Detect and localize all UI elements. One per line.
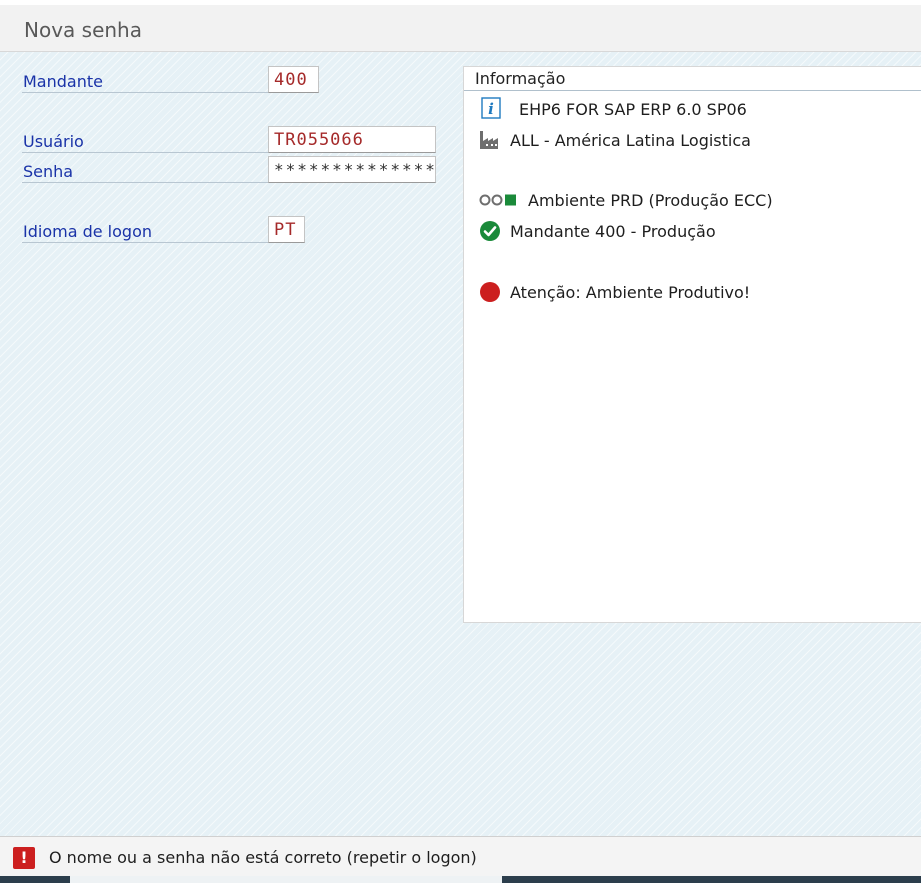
svg-text:i: i (488, 100, 494, 118)
client-label: Mandante (22, 66, 268, 93)
user-label: Usuário (22, 126, 268, 153)
title-bar: Nova senha (0, 5, 921, 52)
check-icon (479, 220, 501, 242)
traffic-status-icon (479, 191, 519, 209)
password-label: Senha (22, 156, 268, 183)
info-icon: i (481, 97, 501, 119)
page-title: Nova senha (24, 18, 142, 42)
info-line-text: Ambiente PRD (Produção ECC) (528, 191, 773, 210)
taskbar-tab (70, 876, 502, 883)
info-panel-header: Informação (464, 67, 921, 91)
language-label: Idioma de logon (22, 216, 268, 243)
client-input[interactable]: 400 (268, 66, 319, 93)
info-line-text: ALL - América Latina Logistica (510, 131, 751, 150)
user-input[interactable]: TR055066 (268, 126, 436, 153)
red-circle-icon (479, 281, 501, 303)
info-panel-title: Informação (475, 69, 566, 88)
password-input[interactable]: ************** (268, 156, 436, 183)
info-line-text: Mandante 400 - Produção (510, 222, 716, 241)
info-line-text: EHP6 FOR SAP ERP 6.0 SP06 (519, 100, 747, 119)
status-message[interactable]: O nome ou a senha não está correto (repe… (49, 848, 477, 867)
info-panel: Informação i EHP6 FOR SAP ERP 6.0 SP06 A… (463, 66, 921, 623)
factory-icon (479, 129, 501, 151)
status-bar: ! O nome ou a senha não está correto (re… (0, 836, 921, 876)
info-line-text: Atenção: Ambiente Produtivo! (510, 283, 751, 302)
language-input[interactable]: PT (268, 216, 305, 243)
error-icon: ! (13, 847, 35, 869)
